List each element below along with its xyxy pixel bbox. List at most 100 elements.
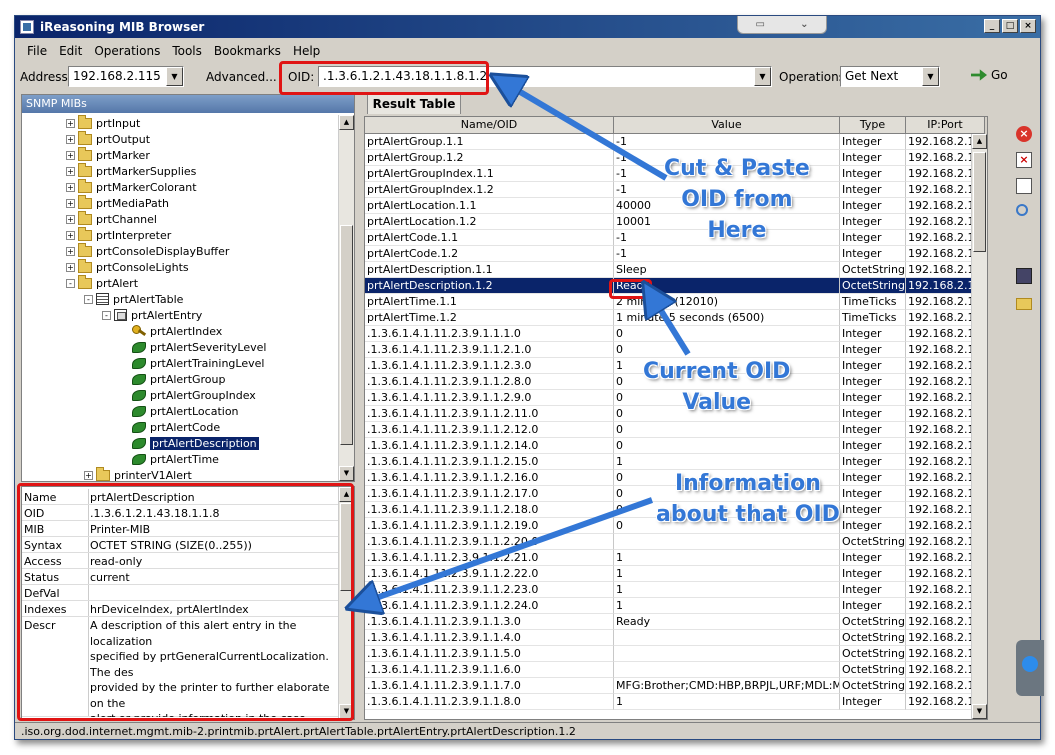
delete-rows-icon[interactable]: ×	[1016, 152, 1032, 168]
table-row[interactable]: .1.3.6.1.4.1.11.2.3.9.1.1.2.20.0 OctetStr…	[365, 534, 987, 550]
table-row[interactable]: .1.3.6.1.4.1.11.2.3.9.1.1.2.24.0 1 Integer…	[365, 598, 987, 614]
expand-icon[interactable]: +	[66, 150, 75, 160]
scroll-thumb[interactable]	[973, 152, 986, 252]
tree-scrollbar[interactable]: ▲ ▼	[338, 115, 354, 481]
tree-node[interactable]: prtAlertLocation	[120, 403, 239, 419]
network-icon[interactable]	[1016, 268, 1032, 284]
expand-icon[interactable]: +	[66, 118, 75, 128]
tree-node[interactable]: + prtInterpreter	[66, 226, 171, 243]
expand-icon[interactable]: +	[66, 166, 75, 176]
tree-node[interactable]: - prtAlert	[66, 274, 138, 291]
menu-help[interactable]: Help	[287, 44, 326, 58]
table-row[interactable]: .1.3.6.1.4.1.11.2.3.9.1.1.2.14.0 0 Integer…	[365, 438, 987, 454]
tree-node[interactable]: prtAlertDescription	[120, 435, 259, 451]
table-row[interactable]: .1.3.6.1.4.1.11.2.3.9.1.1.2.23.0 1 Integer…	[365, 582, 987, 598]
table-row[interactable]: prtAlertTime.1.2 1 minute 5 seconds (6500…	[365, 310, 987, 326]
tree-node[interactable]: + prtMediaPath	[66, 194, 169, 211]
table-row[interactable]: prtAlertDescription.1.2 Ready OctetString 1…	[365, 278, 987, 294]
scroll-down-button[interactable]: ▼	[972, 704, 987, 719]
expand-icon[interactable]: +	[66, 214, 75, 224]
advanced-button[interactable]: Advanced...	[206, 70, 277, 84]
tree-node[interactable]: + prtOutput	[66, 130, 151, 147]
column-header-name-oid[interactable]: Name/OID	[365, 117, 614, 134]
minimize-button[interactable]: _	[984, 19, 1000, 33]
tree-node[interactable]: - prtAlertEntry	[102, 307, 202, 323]
tree-node[interactable]: prtAlertTrainingLevel	[120, 355, 264, 371]
table-row[interactable]: .1.3.6.1.4.1.11.2.3.9.1.1.6.0 OctetString…	[365, 662, 987, 678]
tree-node[interactable]: prtAlertCode	[120, 419, 220, 435]
tree-node[interactable]: - prtAlertTable	[84, 291, 183, 307]
scroll-up-button[interactable]: ▲	[339, 115, 354, 130]
tree-node[interactable]: + printerV1Alert	[84, 466, 192, 481]
menu-tools[interactable]: Tools	[166, 44, 208, 58]
tree-node[interactable]: + prtConsoleDisplayBuffer	[66, 242, 229, 259]
scroll-thumb[interactable]	[340, 225, 353, 445]
go-button[interactable]: Go	[971, 68, 1008, 82]
address-combo[interactable]: 192.168.2.115 ▼	[68, 66, 184, 87]
collapse-icon[interactable]: -	[102, 310, 111, 320]
tab-result-table[interactable]: Result Table	[367, 94, 461, 114]
tree-node[interactable]: prtAlertGroupIndex	[120, 387, 256, 403]
tree-node[interactable]: prtAlertIndex	[120, 323, 222, 339]
table-row[interactable]: .1.3.6.1.4.1.11.2.3.9.1.1.2.21.0 1 Integer…	[365, 550, 987, 566]
chevron-down-icon[interactable]: ▼	[166, 67, 183, 86]
column-header-ip-port[interactable]: IP:Port	[906, 117, 985, 134]
tree-node-label: prtOutput	[96, 132, 151, 146]
table-row[interactable]: .1.3.6.1.4.1.11.2.3.9.1.1.7.0 MFG:Brother…	[365, 678, 987, 694]
table-scrollbar[interactable]: ▲ ▼	[971, 134, 987, 719]
expand-icon[interactable]: +	[66, 134, 75, 144]
tree-node[interactable]: prtAlertGroup	[120, 371, 226, 387]
table-row[interactable]: prtAlertDescription.1.1 Sleep OctetString 1…	[365, 262, 987, 278]
expand-icon[interactable]: +	[66, 230, 75, 240]
tree-node[interactable]: + prtMarkerColorant	[66, 178, 197, 195]
remote-control-tab[interactable]: ▭ ⌄	[737, 16, 827, 34]
info-highlight-box	[17, 483, 354, 721]
chevron-down-icon[interactable]: ▼	[922, 67, 939, 86]
expand-icon[interactable]: +	[84, 470, 93, 480]
tree-node[interactable]: prtAlertTime	[120, 451, 219, 467]
menu-edit[interactable]: Edit	[53, 44, 88, 58]
operations-select[interactable]: Get Next ▼	[840, 66, 940, 87]
close-button[interactable]: ×	[1020, 19, 1036, 33]
menu-operations[interactable]: Operations	[88, 44, 166, 58]
column-header-value[interactable]: Value	[614, 117, 840, 134]
teamviewer-panel-icon[interactable]	[1016, 640, 1044, 696]
collapse-icon[interactable]: -	[66, 278, 75, 288]
close-icon[interactable]: ×	[1016, 126, 1032, 142]
chevron-down-icon[interactable]: ▼	[754, 67, 771, 86]
table-row[interactable]: .1.3.6.1.4.1.11.2.3.9.1.1.4.0 OctetString…	[365, 630, 987, 646]
chevron-down-icon: ⌄	[800, 19, 809, 30]
collapse-icon[interactable]: -	[84, 294, 93, 304]
tree-node[interactable]: + prtConsoleLights	[66, 258, 189, 275]
table-row[interactable]: .1.3.6.1.4.1.11.2.3.9.1.1.1.0 0 Integer 192…	[365, 326, 987, 342]
tree-node[interactable]: + prtMarker	[66, 146, 150, 163]
search-icon[interactable]	[1016, 204, 1028, 216]
menu-bookmarks[interactable]: Bookmarks	[208, 44, 287, 58]
table-row[interactable]: .1.3.6.1.4.1.11.2.3.9.1.1.5.0 OctetString…	[365, 646, 987, 662]
document-icon[interactable]	[1016, 178, 1032, 194]
table-row[interactable]: .1.3.6.1.4.1.11.2.3.9.1.1.3.0 Ready OctetS…	[365, 614, 987, 630]
maximize-button[interactable]: □	[1002, 19, 1018, 33]
table-row[interactable]: prtAlertCode.1.2 -1 Integer 192.168.2.1...	[365, 246, 987, 262]
table-row[interactable]: prtAlertGroup.1.1 -1 Integer 192.168.2.1...	[365, 134, 987, 150]
expand-icon[interactable]: +	[66, 198, 75, 208]
tree-node[interactable]: + prtChannel	[66, 210, 157, 227]
expand-icon[interactable]: +	[66, 246, 75, 256]
key-icon	[132, 325, 146, 337]
cell-name-oid: prtAlertTime.1.1	[365, 294, 614, 310]
column-header-type[interactable]: Type	[840, 117, 906, 134]
tree-node[interactable]: + prtInput	[66, 115, 140, 131]
table-row[interactable]: .1.3.6.1.4.1.11.2.3.9.1.1.8.0 1 Integer 192…	[365, 694, 987, 710]
tree-node[interactable]: prtAlertSeverityLevel	[120, 339, 266, 355]
expand-icon[interactable]: +	[66, 262, 75, 272]
tree-node[interactable]: + prtMarkerSupplies	[66, 162, 196, 179]
open-folder-icon[interactable]	[1016, 298, 1032, 310]
table-row[interactable]: .1.3.6.1.4.1.11.2.3.9.1.1.2.22.0 1 Integer…	[365, 566, 987, 582]
table-row[interactable]: .1.3.6.1.4.1.11.2.3.9.1.1.2.12.0 0 Integer…	[365, 422, 987, 438]
menu-file[interactable]: File	[21, 44, 53, 58]
expand-icon[interactable]: +	[66, 182, 75, 192]
table-row[interactable]: prtAlertTime.1.1 2 minutes (12010) TimeTic…	[365, 294, 987, 310]
folder-icon	[78, 178, 92, 193]
scroll-down-button[interactable]: ▼	[339, 466, 354, 481]
scroll-up-button[interactable]: ▲	[972, 134, 987, 149]
